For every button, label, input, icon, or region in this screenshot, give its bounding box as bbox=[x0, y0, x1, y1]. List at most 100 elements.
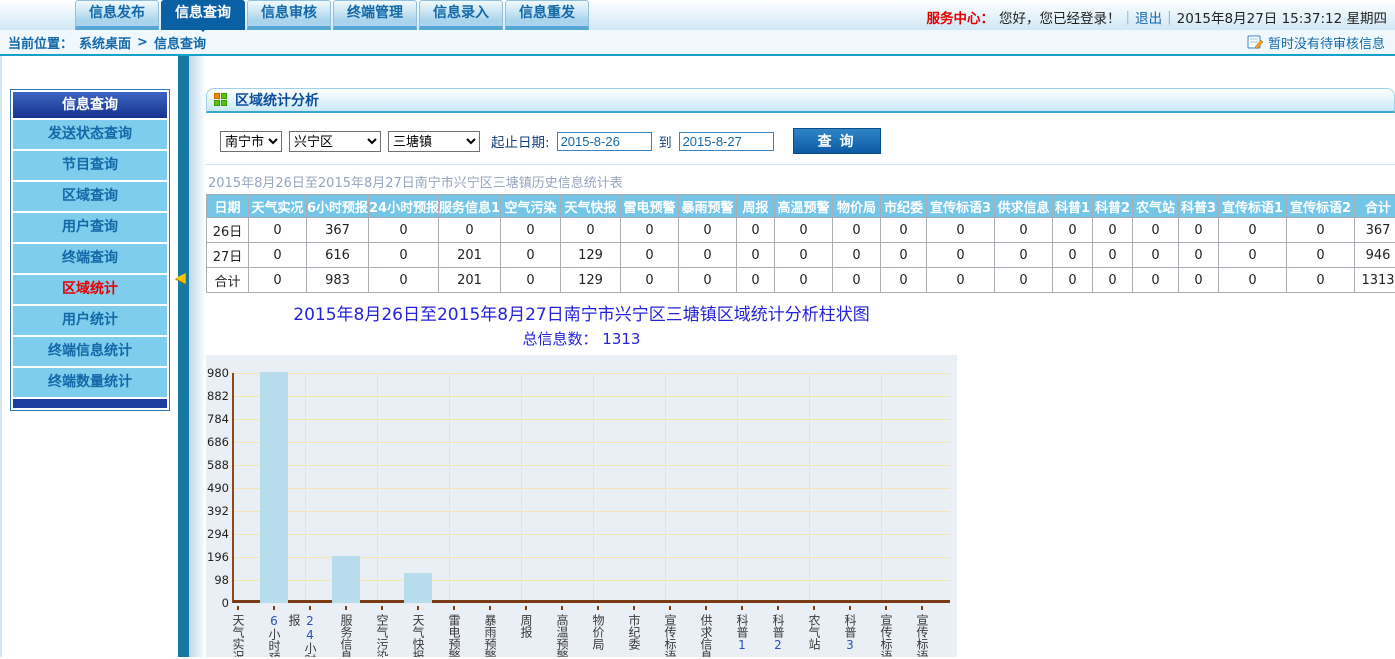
x-axis-label-18: 宣传标语1 bbox=[878, 614, 894, 657]
table-cell: 946 bbox=[1355, 243, 1395, 268]
sidebar-title: 信息查询 bbox=[13, 92, 167, 118]
sidebar-item-0[interactable]: 发送状态查询 bbox=[13, 120, 167, 149]
date-range-label: 起止日期: bbox=[491, 131, 550, 151]
x-axis-label-9: 高温预警 bbox=[554, 614, 570, 657]
sidebar-item-1[interactable]: 节目查询 bbox=[13, 151, 167, 180]
district-select[interactable]: 兴宁区 bbox=[289, 131, 381, 152]
table-cell: 0 bbox=[927, 268, 995, 293]
table-cell: 0 bbox=[501, 243, 561, 268]
table-cell: 26日 bbox=[207, 218, 249, 243]
table-cell: 0 bbox=[737, 268, 775, 293]
breadcrumb-home-link[interactable]: 系统桌面 bbox=[79, 33, 131, 52]
sidebar-item-2[interactable]: 区域查询 bbox=[13, 182, 167, 211]
table-cell: 0 bbox=[995, 218, 1053, 243]
table-cell: 0 bbox=[1133, 268, 1179, 293]
icon-square bbox=[221, 100, 227, 106]
town-select[interactable]: 三塘镇 bbox=[388, 131, 480, 152]
y-axis-tick-6: 588 bbox=[206, 458, 229, 472]
nav-tab-1[interactable]: 信息查询 bbox=[161, 0, 245, 30]
table-cell: 0 bbox=[881, 268, 927, 293]
table-cell: 0 bbox=[775, 218, 833, 243]
table-header-cell-14: 供求信息 bbox=[995, 195, 1053, 218]
nav-tab-4[interactable]: 信息录入 bbox=[419, 0, 503, 30]
sidebar-item-7[interactable]: 终端信息统计 bbox=[13, 337, 167, 366]
table-cell: 0 bbox=[1219, 243, 1287, 268]
table-header-cell-1: 天气实况 bbox=[249, 195, 307, 218]
x-axis-tickmark-18 bbox=[885, 606, 887, 610]
x-axis-tickmark-15 bbox=[777, 606, 779, 610]
sidebar-item-3[interactable]: 用户查询 bbox=[13, 213, 167, 242]
notepad-pencil-icon bbox=[1247, 35, 1263, 50]
sidebar-item-5[interactable]: 区域统计 bbox=[13, 275, 167, 304]
table-cell: 0 bbox=[501, 268, 561, 293]
greeting-text: 您好，您已经登录！ bbox=[999, 7, 1121, 27]
icon-square bbox=[214, 100, 220, 106]
table-cell: 0 bbox=[621, 243, 679, 268]
section-header: 区域统计分析 bbox=[206, 88, 1395, 113]
sidebar-item-4[interactable]: 终端查询 bbox=[13, 244, 167, 273]
x-axis-label-4: 空气污染 bbox=[374, 614, 390, 657]
x-axis-label-2: 24小时预报 bbox=[302, 614, 318, 657]
table-header-cell-17: 农气站 bbox=[1133, 195, 1179, 218]
x-axis-label-14: 科普1 bbox=[734, 614, 750, 652]
collapse-arrow-icon[interactable]: ◀ bbox=[175, 270, 186, 286]
table-cell: 0 bbox=[881, 243, 927, 268]
table-cell: 0 bbox=[995, 268, 1053, 293]
sidebar-splitter[interactable]: ◀ bbox=[178, 56, 189, 657]
nav-tab-2[interactable]: 信息审核 bbox=[247, 0, 331, 30]
stats-table-body: 26日036700000000000000000036727日061602010… bbox=[207, 218, 1395, 293]
logout-link[interactable]: 退出 bbox=[1135, 7, 1162, 27]
breadcrumb-bar: 当前位置： 系统桌面 > 信息查询 暂时没有待审核信息 bbox=[0, 30, 1395, 56]
nav-tab-3[interactable]: 终端管理 bbox=[333, 0, 417, 30]
top-nav-bar: 信息发布信息查询信息审核终端管理信息录入信息重发 服务中心： 您好，您已经登录！… bbox=[0, 0, 1395, 30]
table-cell: 0 bbox=[369, 268, 439, 293]
chart-bar-1 bbox=[260, 372, 288, 603]
table-header-cell-21: 合计 bbox=[1355, 195, 1395, 218]
table-cell: 27日 bbox=[207, 243, 249, 268]
breadcrumb-separator: > bbox=[137, 35, 148, 50]
y-axis-tick-5: 490 bbox=[206, 481, 229, 495]
session-info: 服务中心： 您好，您已经登录！ | 退出 | 2015年8月27日 15:37:… bbox=[927, 7, 1387, 27]
date-to-input[interactable] bbox=[679, 132, 774, 151]
stats-table-header-row: 日期天气实况6小时预报24小时预报服务信息1空气污染天气快报雷电预警暴雨预警周报… bbox=[207, 195, 1395, 218]
search-button[interactable]: 查 询 bbox=[793, 128, 881, 154]
x-axis-tickmark-3 bbox=[345, 606, 347, 610]
table-cell: 0 bbox=[621, 218, 679, 243]
y-axis-tick-7: 686 bbox=[206, 435, 229, 449]
chart-bar-3 bbox=[332, 556, 360, 603]
y-axis-tick-9: 882 bbox=[206, 389, 229, 403]
nav-tab-0[interactable]: 信息发布 bbox=[75, 0, 159, 30]
table-header-cell-6: 天气快报 bbox=[561, 195, 621, 218]
table-header-cell-18: 科普3 bbox=[1179, 195, 1219, 218]
city-select[interactable]: 南宁市 bbox=[220, 131, 282, 152]
sidebar-item-8[interactable]: 终端数量统计 bbox=[13, 368, 167, 397]
sidebar-item-6[interactable]: 用户统计 bbox=[13, 306, 167, 335]
y-axis-tick-10: 980 bbox=[206, 366, 229, 380]
table-cell: 0 bbox=[1133, 218, 1179, 243]
table-header-cell-15: 科普1 bbox=[1053, 195, 1093, 218]
breadcrumb-prefix: 当前位置： bbox=[8, 33, 73, 52]
stats-table: 日期天气实况6小时预报24小时预报服务信息1空气污染天气快报雷电预警暴雨预警周报… bbox=[206, 194, 1395, 293]
table-cell: 0 bbox=[995, 243, 1053, 268]
breadcrumb: 当前位置： 系统桌面 > 信息查询 bbox=[8, 33, 206, 52]
x-axis-tickmark-9 bbox=[561, 606, 563, 610]
chart-bar-5 bbox=[404, 573, 432, 603]
table-cell: 0 bbox=[1219, 218, 1287, 243]
table-cell: 0 bbox=[1287, 268, 1355, 293]
content-area: 信息查询 发送状态查询节目查询区域查询用户查询终端查询区域统计用户统计终端信息统… bbox=[0, 56, 1395, 657]
nav-tab-5[interactable]: 信息重发 bbox=[505, 0, 589, 30]
section-title: 区域统计分析 bbox=[235, 90, 319, 110]
table-header-cell-13: 宣传标语3 bbox=[927, 195, 995, 218]
table-cell: 0 bbox=[833, 268, 881, 293]
date-from-input[interactable] bbox=[557, 132, 652, 151]
table-header-cell-16: 科普2 bbox=[1093, 195, 1133, 218]
table-header-cell-20: 宣传标语2 bbox=[1287, 195, 1355, 218]
y-axis-tick-3: 294 bbox=[206, 527, 229, 541]
x-axis-label-15: 科普2 bbox=[770, 614, 786, 652]
pending-audit-notice[interactable]: 暂时没有待审核信息 bbox=[1247, 33, 1385, 52]
splitter-shadow bbox=[189, 56, 206, 657]
table-cell: 0 bbox=[1287, 218, 1355, 243]
table-cell: 0 bbox=[369, 218, 439, 243]
table-cell: 0 bbox=[1179, 218, 1219, 243]
table-header-cell-2: 6小时预报 bbox=[307, 195, 369, 218]
